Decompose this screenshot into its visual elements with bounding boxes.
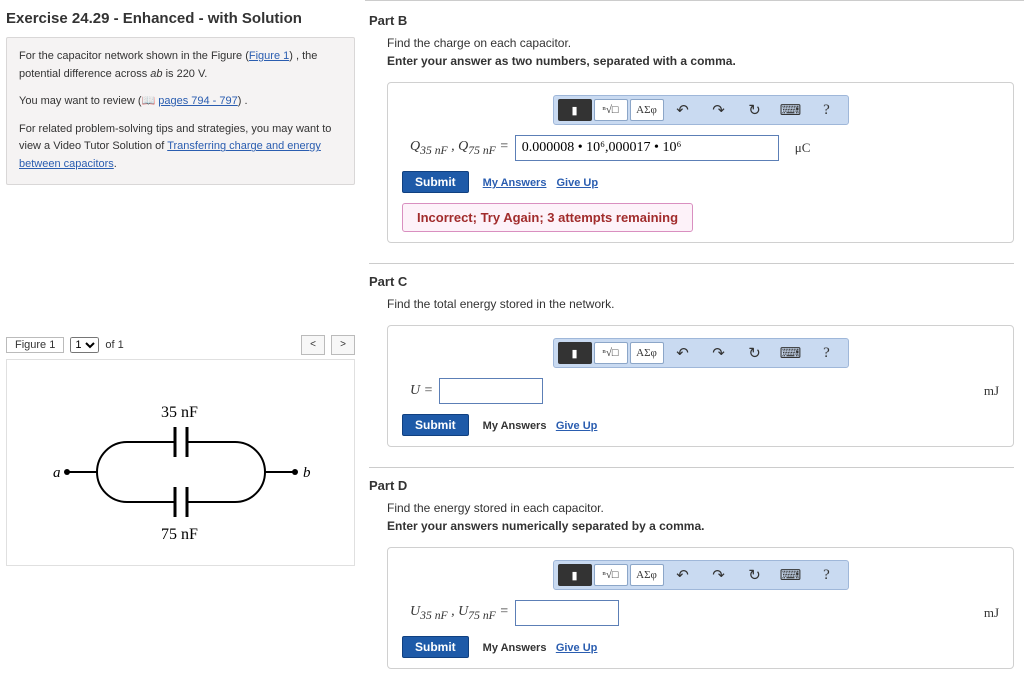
part-b-unit: μC [795, 140, 811, 156]
undo-icon[interactable]: ↶ [666, 342, 700, 364]
submit-button[interactable]: Submit [402, 171, 469, 193]
undo-icon[interactable]: ↶ [666, 564, 700, 586]
template-icon[interactable]: ▮ [558, 564, 592, 586]
book-icon: 📖 [141, 95, 155, 107]
keyboard-icon[interactable]: ⌨ [774, 99, 808, 121]
figure-canvas: a b 35 nF 75 nF [6, 359, 355, 566]
exercise-title: Exercise 24.29 - Enhanced - with Solutio… [6, 10, 355, 27]
equation-toolbar: ▮ ⁿ√□ ΑΣφ ↶ ↷ ↻ ⌨ ? [553, 338, 849, 368]
figure-of-text: of 1 [105, 339, 123, 351]
reset-icon[interactable]: ↻ [738, 99, 772, 121]
part-c-answer-box: ▮ ⁿ√□ ΑΣφ ↶ ↷ ↻ ⌨ ? U = mJ Submit [387, 325, 1014, 447]
intro-text: For the capacitor network shown in the F… [19, 50, 249, 62]
part-d-heading: Part D [369, 478, 1014, 493]
reset-icon[interactable]: ↻ [738, 342, 772, 364]
part-d-prompt: Find the energy stored in each capacitor… [387, 501, 1014, 515]
template-icon[interactable]: ▮ [558, 99, 592, 121]
circuit-diagram: a b 35 nF 75 nF [31, 367, 331, 557]
part-b-answer-box: ▮ ⁿ√□ ΑΣφ ↶ ↷ ↻ ⌨ ? Q35 nF , Q75 nF = μC… [387, 82, 1014, 243]
submit-button[interactable]: Submit [402, 414, 469, 436]
part-d-instruction: Enter your answers numerically separated… [387, 519, 1014, 533]
give-up-link[interactable]: Give Up [556, 177, 598, 189]
figure-select[interactable]: 1 [70, 337, 99, 353]
separator [369, 263, 1014, 264]
keyboard-icon[interactable]: ⌨ [774, 564, 808, 586]
part-b-heading: Part B [369, 13, 1014, 28]
root-icon[interactable]: ⁿ√□ [594, 99, 628, 121]
part-d-lhs: U35 nF , U75 nF = [410, 604, 509, 622]
template-icon[interactable]: ▮ [558, 342, 592, 364]
figure-prev-button[interactable]: < [301, 335, 325, 355]
intro-text-3: is 220 V. [163, 68, 208, 80]
redo-icon[interactable]: ↷ [702, 564, 736, 586]
cap-top-label: 35 nF [161, 404, 198, 421]
part-c-unit: mJ [984, 383, 999, 399]
redo-icon[interactable]: ↷ [702, 99, 736, 121]
review-post: ) . [238, 95, 248, 107]
submit-button[interactable]: Submit [402, 636, 469, 658]
reset-icon[interactable]: ↻ [738, 564, 772, 586]
my-answers-link[interactable]: My Answers [483, 420, 547, 432]
equation-toolbar: ▮ ⁿ√□ ΑΣφ ↶ ↷ ↻ ⌨ ? [553, 95, 849, 125]
figure-link[interactable]: Figure 1 [249, 50, 289, 62]
greek-icon[interactable]: ΑΣφ [630, 99, 664, 121]
part-c-heading: Part C [369, 274, 1014, 289]
problem-info-box: For the capacitor network shown in the F… [6, 37, 355, 185]
redo-icon[interactable]: ↷ [702, 342, 736, 364]
root-icon[interactable]: ⁿ√□ [594, 564, 628, 586]
part-b-lhs: Q35 nF , Q75 nF = [410, 139, 509, 157]
node-a-label: a [53, 465, 61, 481]
part-c-prompt: Find the total energy stored in the netw… [387, 297, 1014, 311]
cap-bot-label: 75 nF [161, 526, 198, 543]
figure-nav-label: Figure 1 [6, 337, 64, 353]
pages-link[interactable]: pages 794 - 797 [158, 95, 238, 107]
part-c-lhs: U = [410, 383, 433, 399]
part-b-prompt: Find the charge on each capacitor. [387, 36, 1014, 50]
undo-icon[interactable]: ↶ [666, 99, 700, 121]
keyboard-icon[interactable]: ⌨ [774, 342, 808, 364]
root-icon[interactable]: ⁿ√□ [594, 342, 628, 364]
my-answers-link[interactable]: My Answers [483, 642, 547, 654]
part-b-input[interactable] [515, 135, 779, 161]
intro-var: ab [150, 68, 162, 80]
part-d-answer-box: ▮ ⁿ√□ ΑΣφ ↶ ↷ ↻ ⌨ ? U35 nF , U75 nF = mJ… [387, 547, 1014, 669]
part-c-input[interactable] [439, 378, 543, 404]
greek-icon[interactable]: ΑΣφ [630, 342, 664, 364]
separator [369, 467, 1014, 468]
greek-icon[interactable]: ΑΣφ [630, 564, 664, 586]
part-b-instruction: Enter your answer as two numbers, separa… [387, 54, 1014, 68]
help-icon[interactable]: ? [810, 99, 844, 121]
review-pre: You may want to review ( [19, 95, 141, 107]
give-up-link[interactable]: Give Up [556, 420, 598, 432]
help-icon[interactable]: ? [810, 342, 844, 364]
part-d-unit: mJ [984, 605, 999, 621]
help-icon[interactable]: ? [810, 564, 844, 586]
give-up-link[interactable]: Give Up [556, 642, 598, 654]
part-d-input[interactable] [515, 600, 619, 626]
equation-toolbar: ▮ ⁿ√□ ΑΣφ ↶ ↷ ↻ ⌨ ? [553, 560, 849, 590]
my-answers-link[interactable]: My Answers [483, 177, 547, 189]
node-b-label: b [303, 465, 311, 481]
related-post: . [114, 158, 117, 170]
part-b-feedback: Incorrect; Try Again; 3 attempts remaini… [402, 203, 693, 232]
figure-next-button[interactable]: > [331, 335, 355, 355]
